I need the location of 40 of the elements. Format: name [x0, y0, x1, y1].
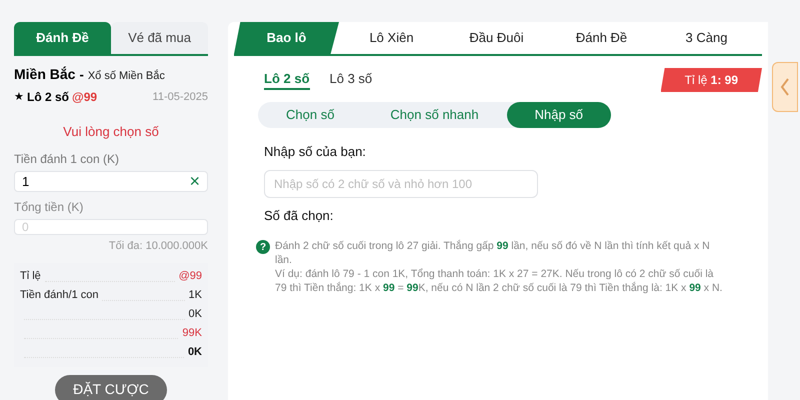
game-tab[interactable]: Lô Xiên [339, 22, 444, 54]
help-text: Ví dụ: đánh lô 79 - 1 con 1K, Tổng thanh toán: 1K x 27 = 27K. Nếu trong lô có 2 chữ số cuối là 79 thì Tiền thắng: 1K x 99 = 99K, nếu có N lần 2 chữ số cuối là 79 thì Tiền thắng là: 1K x 99 x N. [275, 267, 724, 295]
sub-tab[interactable]: Lô 3 số [330, 70, 372, 90]
sub-tab[interactable]: Lô 2 số [264, 70, 310, 90]
summary-value: 0K [188, 307, 202, 322]
summary-value: 99K [182, 326, 202, 341]
input-label: Nhập số của bạn: [264, 143, 367, 161]
tab[interactable]: Vé đã mua [111, 22, 208, 54]
separator: - [79, 66, 84, 84]
number-input[interactable]: Nhập số có 2 chữ số và nhỏ hơn 100 [264, 170, 538, 198]
odds-badge: Tỉ lệ 1: 99 [660, 68, 762, 92]
region-subtitle: Xổ số Miền Bắc [88, 68, 165, 84]
clear-icon[interactable]: × [189, 172, 200, 190]
star-icon: ★ [14, 88, 24, 106]
odds-text: @99 [72, 89, 98, 106]
region-title: Miền Bắc [14, 65, 76, 84]
help-icon: ? [256, 240, 270, 254]
help-text: Đánh 2 chữ số cuối trong lô 27 giải. Thắng gấp 99 lần, nếu số đó về N lần thì tính kết quả x N lần. [275, 239, 711, 267]
field-label: Tiền đánh 1 con (K) [14, 150, 120, 168]
summary-label: Tỉ lệ [20, 269, 41, 284]
mode-tab[interactable]: Chọn số nhanh [362, 102, 507, 128]
chosen-label: Số đã chọn: [264, 206, 334, 224]
bet-date: 11-05-2025 [152, 90, 208, 105]
warning-text: Vui lòng chọn số [62, 123, 160, 141]
tab[interactable]: Đánh Đề [14, 22, 111, 54]
field-label: Tổng tiền (K) [14, 199, 84, 216]
game-tab[interactable]: 3 Càng [654, 22, 759, 54]
mode-tab[interactable]: Nhập số [506, 102, 612, 128]
summary-value: @99 [178, 269, 202, 284]
game-tab[interactable]: Đầu Đuôi [444, 22, 549, 54]
stake-field[interactable]: 1 × [14, 170, 208, 192]
max-note: Tối đa: 10.000.000K [108, 239, 208, 254]
summary-value: 1K [188, 288, 202, 303]
game-tab[interactable]: Bao lô [234, 22, 339, 54]
summary-label: Tiền đánh/1 con [20, 288, 98, 303]
bet-type: Lô 2 số [27, 89, 70, 106]
place-bet-button[interactable]: ĐẶT CƯỢC [55, 374, 167, 400]
mode-tab[interactable]: Chọn số [258, 102, 362, 128]
game-tab[interactable]: Đánh Đề [549, 22, 654, 54]
summary-value: 0K [188, 345, 202, 360]
